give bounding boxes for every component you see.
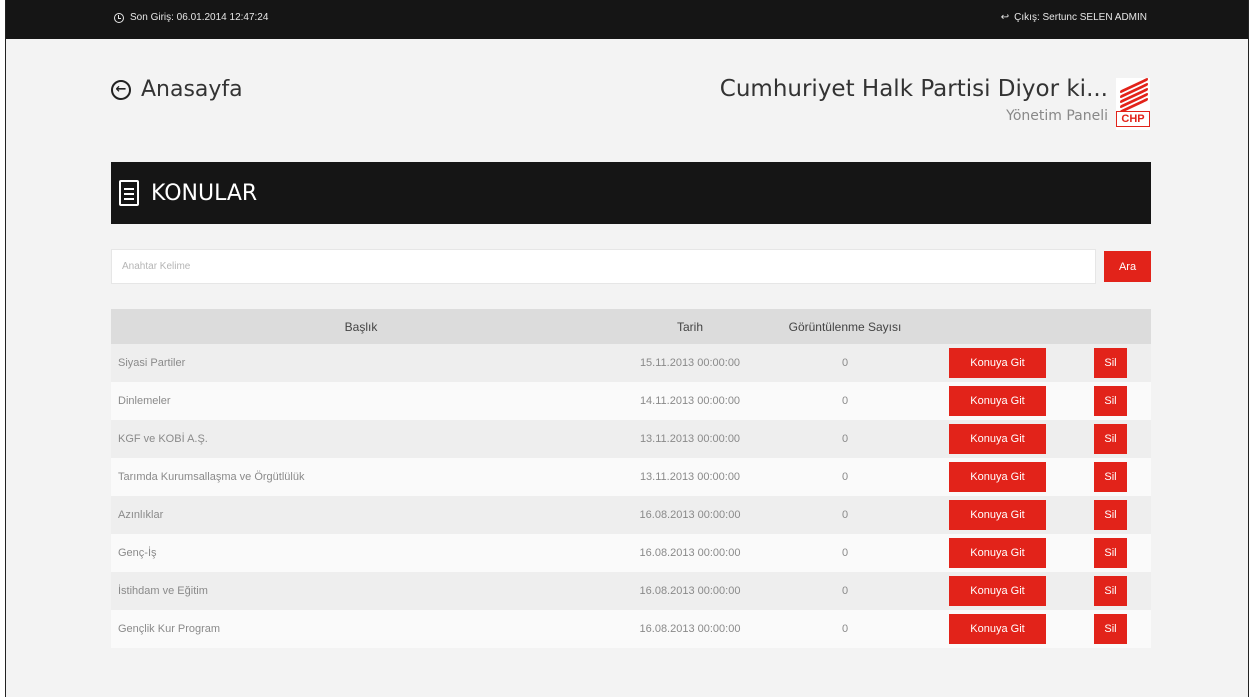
delete-button[interactable]: Sil: [1094, 462, 1127, 492]
table-row: Azınlıklar 16.08.2013 00:00:00 0 Konuya …: [111, 496, 1151, 534]
table-row: Tarımda Kurumsallaşma ve Örgütlülük 13.1…: [111, 458, 1151, 496]
table-header: Başlık Tarih Görüntülenme Sayısı: [111, 309, 1151, 344]
delete-button[interactable]: Sil: [1094, 614, 1127, 644]
top-bar: Son Giriş: 06.01.2014 12:47:24 ↩ Çıkış: …: [6, 0, 1248, 39]
last-login-text: Son Giriş: 06.01.2014 12:47:24: [130, 12, 269, 23]
logo-stripes: [1120, 77, 1148, 114]
home-link[interactable]: ← Anasayfa: [111, 77, 243, 102]
row-date: 13.11.2013 00:00:00: [639, 471, 741, 483]
goto-topic-button[interactable]: Konuya Git: [949, 500, 1046, 530]
goto-topic-button[interactable]: Konuya Git: [949, 462, 1046, 492]
back-arrow-icon[interactable]: ←: [111, 79, 131, 100]
brand-block: Cumhuriyet Halk Partisi Diyor ki... Yöne…: [720, 76, 1108, 124]
row-date: 16.08.2013 00:00:00: [639, 509, 741, 521]
goto-topic-button[interactable]: Konuya Git: [949, 614, 1046, 644]
logout-text[interactable]: Çıkış: Sertunc SELEN ADMIN: [1014, 12, 1147, 23]
header-title: Başlık: [344, 319, 378, 334]
table-row: Dinlemeler 14.11.2013 00:00:00 0 Konuya …: [111, 382, 1151, 420]
section-header: KONULAR: [111, 162, 1151, 224]
delete-button[interactable]: Sil: [1094, 538, 1127, 568]
row-date: 15.11.2013 00:00:00: [639, 357, 741, 369]
row-title: Gençlik Kur Program: [118, 623, 221, 635]
goto-topic-button[interactable]: Konuya Git: [949, 424, 1046, 454]
brand-title: Cumhuriyet Halk Partisi Diyor ki...: [719, 76, 1108, 102]
row-views: 0: [841, 623, 849, 635]
topics-table: Başlık Tarih Görüntülenme Sayısı Siyasi …: [111, 309, 1151, 648]
row-views: 0: [841, 357, 849, 369]
row-views: 0: [841, 585, 849, 597]
row-title: Dinlemeler: [118, 395, 171, 407]
delete-button[interactable]: Sil: [1094, 576, 1127, 606]
row-views: 0: [841, 471, 849, 483]
row-date: 16.08.2013 00:00:00: [639, 623, 741, 635]
row-views: 0: [841, 433, 849, 445]
last-login-info: Son Giriş: 06.01.2014 12:47:24: [114, 12, 268, 23]
delete-button[interactable]: Sil: [1094, 386, 1127, 416]
table-row: Siyasi Partiler 15.11.2013 00:00:00 0 Ko…: [111, 344, 1151, 382]
row-date: 16.08.2013 00:00:00: [639, 547, 741, 559]
row-views: 0: [841, 547, 849, 559]
row-title: İstihdam ve Eğitim: [118, 585, 208, 597]
section-title: KONULAR: [151, 180, 258, 206]
delete-button[interactable]: Sil: [1094, 500, 1127, 530]
table-row: Gençlik Kur Program 16.08.2013 00:00:00 …: [111, 610, 1151, 648]
chp-logo: CHP: [1116, 77, 1150, 130]
goto-topic-button[interactable]: Konuya Git: [949, 576, 1046, 606]
search-button[interactable]: Ara: [1104, 251, 1151, 282]
app-frame: Son Giriş: 06.01.2014 12:47:24 ↩ Çıkış: …: [5, 0, 1249, 697]
delete-button[interactable]: Sil: [1094, 424, 1127, 454]
row-title: Tarımda Kurumsallaşma ve Örgütlülük: [118, 471, 305, 483]
row-title: KGF ve KOBİ A.Ş.: [118, 433, 208, 445]
brand-subtitle: Yönetim Paneli: [1006, 108, 1108, 124]
header-views: Görüntülenme Sayısı: [788, 319, 902, 334]
row-title: Azınlıklar: [118, 509, 164, 521]
row-date: 14.11.2013 00:00:00: [639, 395, 741, 407]
row-date: 13.11.2013 00:00:00: [639, 433, 741, 445]
delete-button[interactable]: Sil: [1094, 348, 1127, 378]
document-icon: [119, 180, 139, 206]
search-input[interactable]: [111, 249, 1096, 284]
table-row: Genç-İş 16.08.2013 00:00:00 0 Konuya Git…: [111, 534, 1151, 572]
row-views: 0: [841, 509, 849, 521]
clock-icon: [114, 12, 124, 23]
goto-topic-button[interactable]: Konuya Git: [949, 348, 1046, 378]
row-title: Genç-İş: [118, 547, 157, 559]
search-row: Ara: [111, 249, 1151, 284]
logo-text: CHP: [1116, 111, 1150, 127]
header-date: Tarih: [676, 319, 703, 334]
table-body: Siyasi Partiler 15.11.2013 00:00:00 0 Ko…: [111, 344, 1151, 648]
goto-topic-button[interactable]: Konuya Git: [949, 538, 1046, 568]
logout-link[interactable]: ↩ Çıkış: Sertunc SELEN ADMIN: [1001, 12, 1147, 23]
home-label[interactable]: Anasayfa: [141, 77, 243, 102]
logout-icon: ↩: [1000, 11, 1010, 23]
table-row: İstihdam ve Eğitim 16.08.2013 00:00:00 0…: [111, 572, 1151, 610]
goto-topic-button[interactable]: Konuya Git: [949, 386, 1046, 416]
row-date: 16.08.2013 00:00:00: [639, 585, 741, 597]
row-views: 0: [841, 395, 849, 407]
row-title: Siyasi Partiler: [118, 357, 186, 369]
table-row: KGF ve KOBİ A.Ş. 13.11.2013 00:00:00 0 K…: [111, 420, 1151, 458]
